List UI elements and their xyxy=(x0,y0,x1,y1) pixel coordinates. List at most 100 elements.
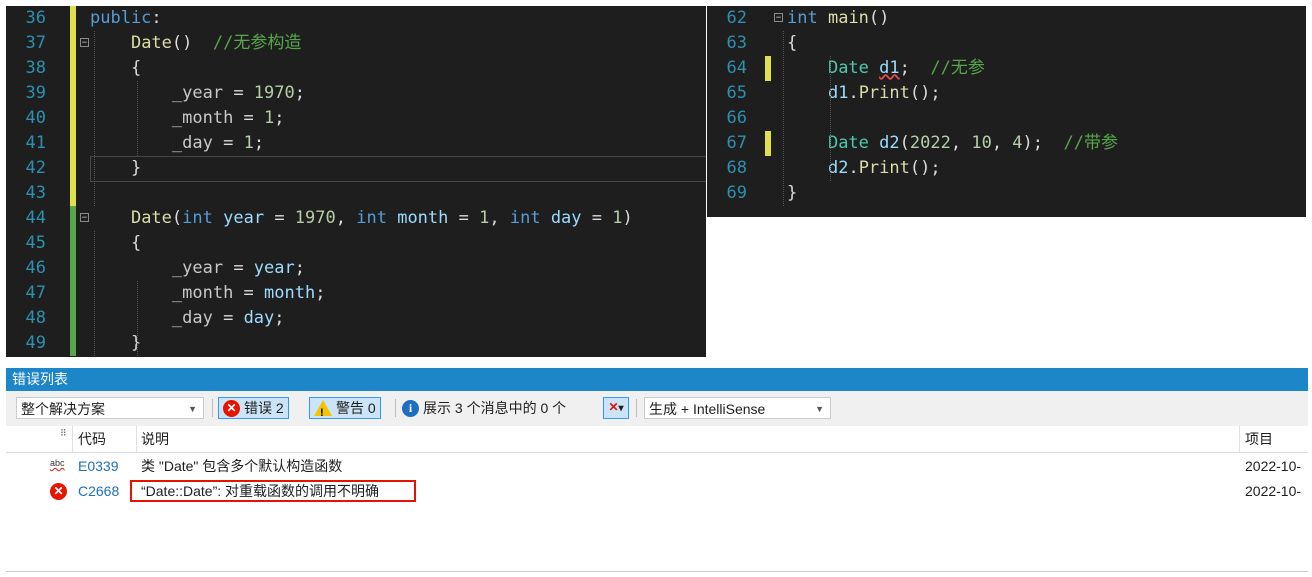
line-number: 64 xyxy=(726,58,747,78)
line-number: 69 xyxy=(726,183,747,203)
code-text: _year = 1970; xyxy=(171,83,305,103)
error-code-link[interactable]: C2668 xyxy=(78,479,119,504)
line-number: 44 xyxy=(25,208,46,228)
column-divider[interactable] xyxy=(1239,426,1240,452)
code-text: _day = 1; xyxy=(171,133,265,153)
warnings-filter-button[interactable]: ! 警告 0 xyxy=(309,397,381,419)
chevron-down-icon: ▼ xyxy=(815,404,824,414)
annotation-highlight-box xyxy=(130,480,416,502)
code-text: { xyxy=(90,233,142,253)
error-description: 类 "Date" 包含多个默认构造函数 xyxy=(141,458,343,474)
code-line[interactable]: 68 d2.Print(); xyxy=(707,156,1306,181)
line-number: 39 xyxy=(25,83,46,103)
code-line[interactable]: 36 public: xyxy=(6,6,706,31)
line-number: 63 xyxy=(726,33,747,53)
warnings-filter-label: 警告 0 xyxy=(336,400,376,416)
code-line[interactable]: 67 Date d2(2022, 10, 4); //带参 xyxy=(707,131,1306,156)
error-project: 2022-10- xyxy=(1245,483,1302,499)
clear-filter-button[interactable]: ✕▾ xyxy=(603,397,629,419)
code-line[interactable]: 39 _year = 1970; xyxy=(6,81,706,106)
errors-filter-button[interactable]: ✕ 错误 2 xyxy=(218,397,289,419)
code-line[interactable]: 66 xyxy=(707,106,1306,131)
indent-guide xyxy=(94,231,95,356)
error-list-title[interactable]: 错误列表 xyxy=(6,368,1308,391)
collapse-icon[interactable]: − xyxy=(774,13,783,23)
indent-guide xyxy=(94,31,95,206)
change-indicator-bar xyxy=(70,106,76,131)
change-indicator-bar xyxy=(70,181,76,206)
code-line[interactable]: 48 _day = day; xyxy=(6,306,706,331)
build-filter-dropdown[interactable]: 生成 + IntelliSense ▼ xyxy=(644,397,831,419)
change-indicator-bar xyxy=(70,331,76,356)
line-number: 40 xyxy=(25,108,46,128)
collapse-icon[interactable]: − xyxy=(80,213,89,223)
column-header-description[interactable]: 说明 xyxy=(141,426,169,452)
code-line[interactable]: 41 _day = 1; xyxy=(6,131,706,156)
code-text: } xyxy=(787,183,798,203)
table-row[interactable]: abc E0339 类 "Date" 包含多个默认构造函数 2022-10- xyxy=(6,454,1308,479)
error-icon: ✕ xyxy=(50,483,67,500)
code-line[interactable]: 45 { xyxy=(6,231,706,256)
code-text: d1.Print(); xyxy=(827,83,941,103)
code-text: _day = day; xyxy=(171,308,285,328)
indent-guide xyxy=(783,31,784,206)
error-code-link[interactable]: E0339 xyxy=(78,454,118,479)
table-row[interactable]: ✕ C2668 “Date::Date”: 对重载函数的调用不明确 2022-1… xyxy=(6,479,1308,504)
code-text: _year = year; xyxy=(171,258,305,278)
code-line[interactable]: 62 − int main() xyxy=(707,6,1306,31)
line-number: 49 xyxy=(25,333,46,353)
error-icon: ✕ xyxy=(223,399,240,417)
info-icon: i xyxy=(402,399,419,417)
line-number: 62 xyxy=(726,8,747,28)
code-line[interactable]: 37 − Date() //无参构造 xyxy=(6,31,706,56)
build-filter-value: 生成 + IntelliSense xyxy=(649,401,766,417)
code-text: public: xyxy=(90,8,162,28)
error-list-toolbar: 整个解决方案 ▼ ✕ 错误 2 ! 警告 0 i 展示 3 个消息中的 0 个 … xyxy=(6,393,1308,423)
code-text: d2.Print(); xyxy=(827,158,941,178)
right-code-editor[interactable]: 62− int main() 63{64 Date d1; //无参 65 d1.Pr… xyxy=(707,6,1306,217)
abc-squiggle-icon: abc xyxy=(50,458,65,468)
code-line[interactable]: 64 Date d1; //无参 xyxy=(707,56,1306,81)
line-number: 47 xyxy=(25,283,46,303)
warning-icon: ! xyxy=(314,400,332,419)
code-text: } xyxy=(90,158,142,178)
code-line[interactable]: 46 _year = year; xyxy=(6,256,706,281)
column-divider[interactable] xyxy=(136,426,137,452)
collapse-icon[interactable]: − xyxy=(80,38,89,48)
line-number: 42 xyxy=(25,158,46,178)
line-number: 48 xyxy=(25,308,46,328)
line-number: 43 xyxy=(25,183,46,203)
left-code-editor[interactable]: 36 public: 37 − Date() //无参构造 38 {39 _year =… xyxy=(6,6,706,357)
code-line[interactable]: 42 } xyxy=(6,156,706,181)
error-list-header: ⠿ 代码 说明 项目 xyxy=(6,426,1308,453)
column-divider[interactable] xyxy=(72,426,73,452)
code-line[interactable]: 44 − Date(int year = 1970, int month = 1,… xyxy=(6,206,706,231)
code-line[interactable]: 40 _month = 1; xyxy=(6,106,706,131)
change-indicator-bar xyxy=(70,56,76,81)
toolbar-separator xyxy=(395,399,396,417)
change-indicator-bar xyxy=(70,306,76,331)
line-number: 65 xyxy=(726,83,747,103)
line-number: 45 xyxy=(25,233,46,253)
change-indicator-bar xyxy=(70,31,76,56)
code-line[interactable]: 49 } xyxy=(6,331,706,356)
change-indicator-bar xyxy=(70,156,76,181)
column-header-code[interactable]: 代码 xyxy=(78,426,106,452)
scope-dropdown[interactable]: 整个解决方案 ▼ xyxy=(16,397,204,419)
change-indicator-bar xyxy=(765,56,771,81)
code-text: Date(int year = 1970, int month = 1, int… xyxy=(130,208,633,228)
code-line[interactable]: 43 xyxy=(6,181,706,206)
code-line[interactable]: 63 { xyxy=(707,31,1306,56)
code-line[interactable]: 69} xyxy=(707,181,1306,206)
code-line[interactable]: 47 _month = month; xyxy=(6,281,706,306)
line-number: 68 xyxy=(726,158,747,178)
change-indicator-bar xyxy=(70,256,76,281)
line-number: 36 xyxy=(25,8,46,28)
messages-filter-button[interactable]: i 展示 3 个消息中的 0 个 xyxy=(402,397,566,419)
code-line[interactable]: 38 { xyxy=(6,56,706,81)
column-header-project[interactable]: 项目 xyxy=(1245,426,1273,452)
sort-icon[interactable]: ⠿ xyxy=(60,420,67,446)
code-line[interactable]: 65 d1.Print(); xyxy=(707,81,1306,106)
line-number: 67 xyxy=(726,133,747,153)
change-indicator-bar xyxy=(70,6,76,31)
